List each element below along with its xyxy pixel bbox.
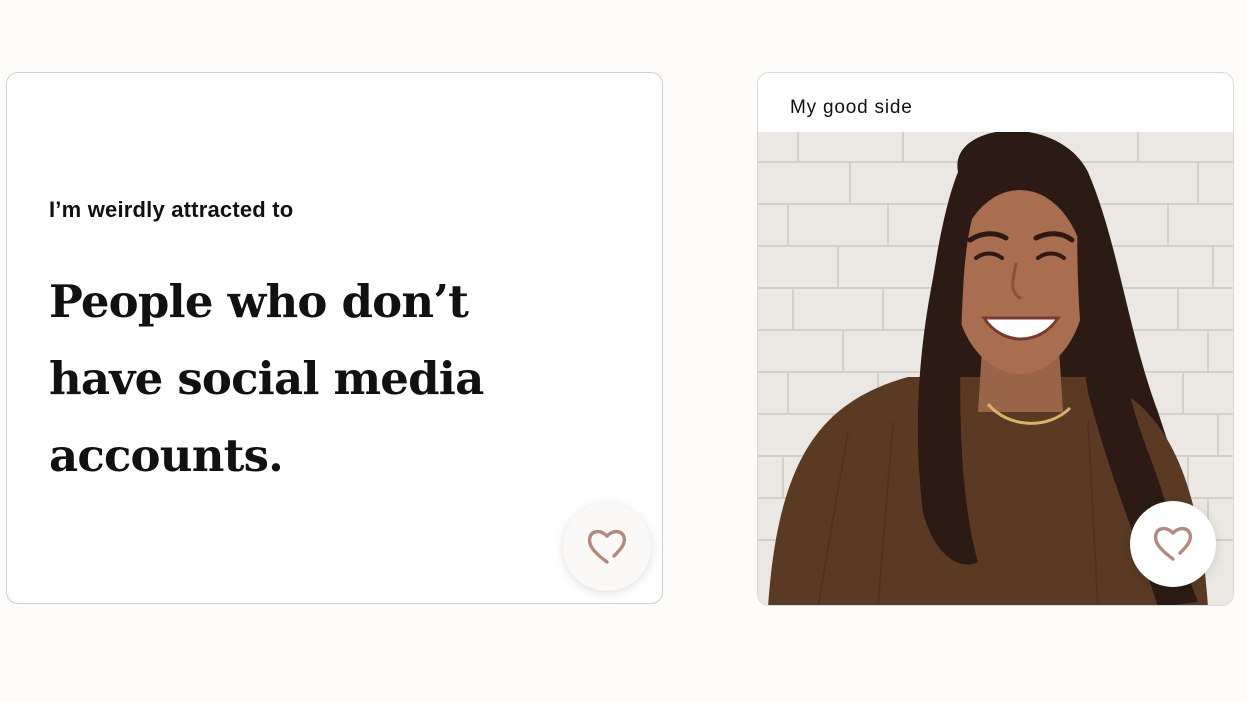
- like-prompt-button[interactable]: [563, 503, 651, 591]
- like-photo-button[interactable]: [1130, 501, 1216, 587]
- prompt-question: I’m weirdly attracted to: [49, 197, 294, 222]
- heart-outline-icon: [1153, 526, 1193, 561]
- heart-outline-icon: [587, 529, 627, 564]
- prompt-answer: People who don’t have social media accou…: [49, 275, 484, 482]
- prompt-card: I’m weirdly attracted to People who don’…: [6, 72, 663, 604]
- photo-caption: My good side: [790, 97, 913, 118]
- photo-card: My good side: [757, 72, 1234, 606]
